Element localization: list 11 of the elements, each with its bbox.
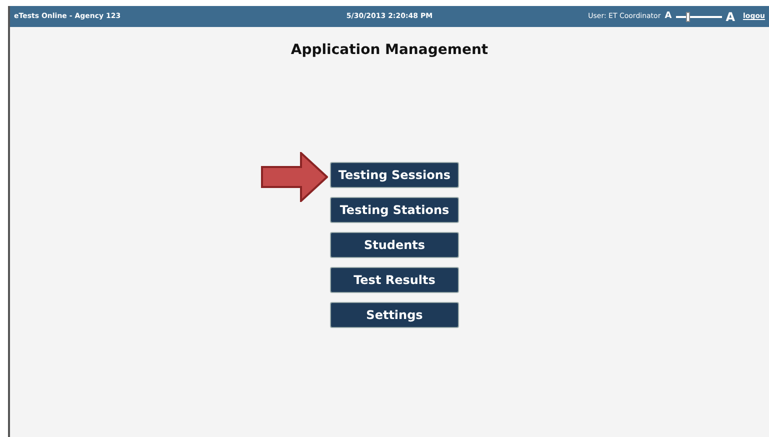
menu-button[interactable]: Students bbox=[330, 232, 459, 258]
font-size-slider[interactable] bbox=[676, 12, 722, 22]
menu-button[interactable]: Testing Stations bbox=[330, 197, 459, 223]
menu-button[interactable]: Test Results bbox=[330, 267, 459, 293]
page-title: Application Management bbox=[290, 41, 490, 60]
large-font-label: A bbox=[726, 8, 735, 26]
small-font-label: A bbox=[664, 10, 672, 23]
arrow-icon bbox=[261, 152, 328, 202]
slider-thumb[interactable] bbox=[686, 12, 690, 22]
menu-button[interactable]: Testing Sessions bbox=[330, 162, 459, 188]
menu-button[interactable]: Settings bbox=[330, 302, 459, 328]
